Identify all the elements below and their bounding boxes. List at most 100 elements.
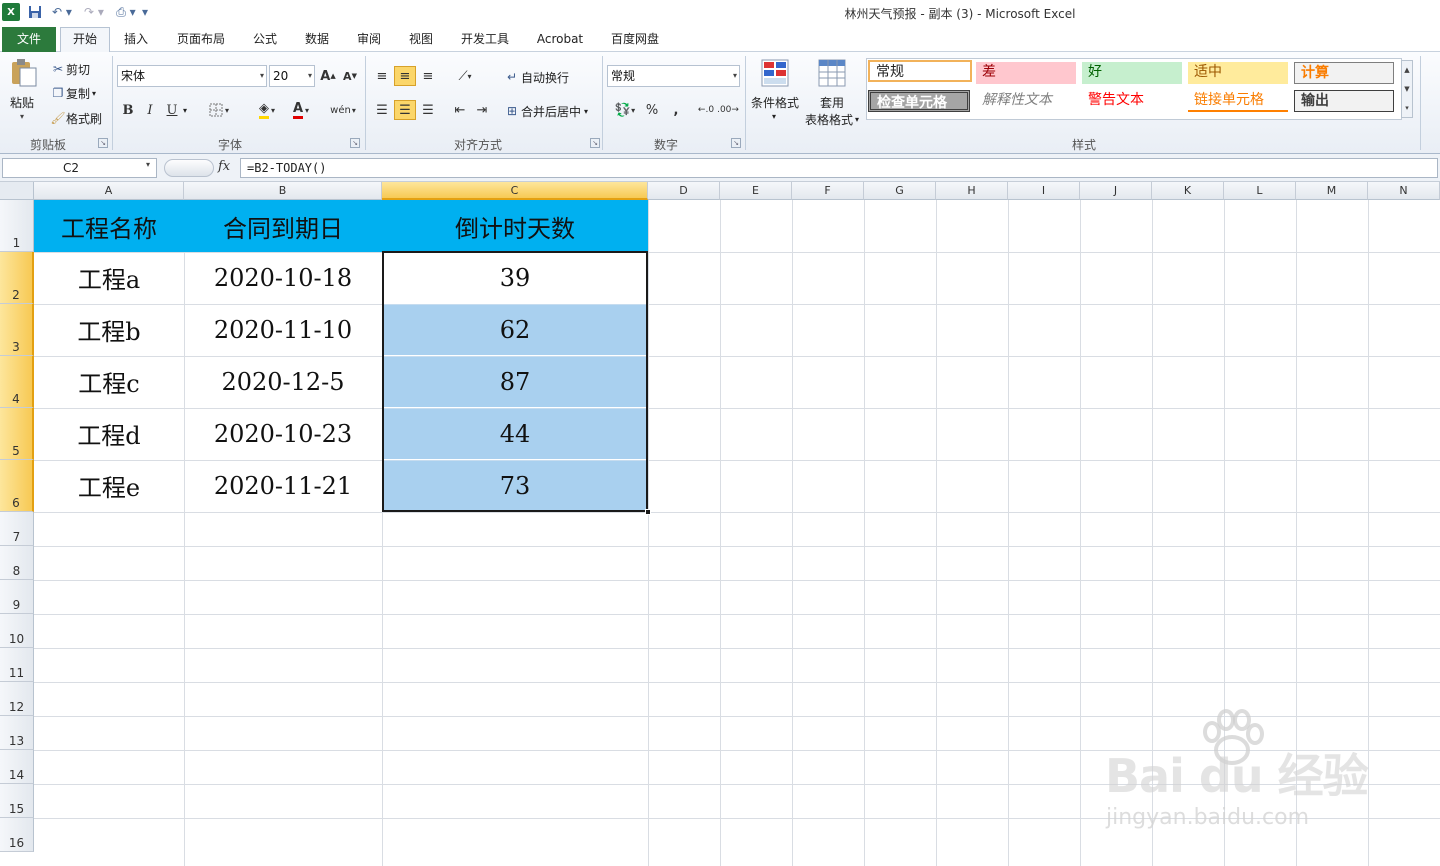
format-painter-button[interactable]: 🖌 格式刷: [50, 109, 102, 127]
borders-icon[interactable]: ▾: [200, 100, 238, 120]
style-normal[interactable]: 常规: [868, 60, 972, 82]
column-header[interactable]: H: [936, 182, 1008, 200]
format-as-table-line2[interactable]: 表格格式 ▾: [805, 111, 859, 128]
formula-input[interactable]: =B2-TODAY(): [240, 158, 1438, 178]
header-cell[interactable]: 合同到期日: [184, 200, 382, 252]
row-header[interactable]: 1: [0, 200, 34, 252]
table-cell[interactable]: 工程e: [34, 460, 184, 511]
grow-font-icon[interactable]: A ▲: [318, 66, 338, 86]
chevron-down-icon[interactable]: ▾: [260, 66, 264, 86]
decrease-decimal-icon[interactable]: .00→: [717, 100, 739, 120]
table-cell[interactable]: 工程a: [34, 252, 184, 303]
row-header[interactable]: 3: [0, 304, 34, 356]
chevron-down-icon[interactable]: ▾: [733, 66, 737, 86]
column-header[interactable]: M: [1296, 182, 1368, 200]
italic-button[interactable]: I: [140, 100, 160, 120]
chevron-down-icon[interactable]: ▾: [584, 107, 588, 116]
align-middle-icon[interactable]: ≡: [394, 66, 416, 86]
column-header[interactable]: G: [864, 182, 936, 200]
paste-button[interactable]: 粘贴: [10, 94, 34, 111]
tab-data[interactable]: 数据: [298, 31, 336, 51]
row-header[interactable]: 13: [0, 716, 34, 750]
wrap-text-button[interactable]: ↵ 自动换行: [503, 67, 569, 87]
insert-function-icon[interactable]: fx: [218, 159, 230, 174]
conditional-format-icon[interactable]: [760, 58, 790, 88]
underline-button[interactable]: U: [162, 100, 182, 120]
fill-color-icon[interactable]: ◈ ▾: [250, 100, 284, 120]
chevron-down-icon[interactable]: ▾: [855, 115, 859, 124]
row-header[interactable]: 2: [0, 252, 34, 304]
table-cell[interactable]: 2020-12-5: [184, 356, 382, 407]
row-header[interactable]: 16: [0, 818, 34, 852]
tab-baidu-netdisk[interactable]: 百度网盘: [604, 31, 666, 51]
tab-developer[interactable]: 开发工具: [454, 31, 516, 51]
paste-dropdown-icon[interactable]: ▾: [20, 112, 24, 121]
tab-acrobat[interactable]: Acrobat: [530, 31, 590, 51]
column-header[interactable]: D: [648, 182, 720, 200]
tab-view[interactable]: 视图: [402, 31, 440, 51]
style-output[interactable]: 输出: [1294, 90, 1394, 112]
style-bad[interactable]: 差: [976, 62, 1076, 84]
column-header[interactable]: J: [1080, 182, 1152, 200]
font-size-combo[interactable]: 20 ▾: [269, 65, 315, 87]
table-cell[interactable]: 工程d: [34, 408, 184, 459]
tab-home[interactable]: 开始: [60, 27, 110, 53]
header-cell[interactable]: 工程名称: [34, 200, 184, 252]
chevron-down-icon[interactable]: ▾: [772, 112, 776, 121]
column-header[interactable]: C: [382, 182, 648, 200]
tab-insert[interactable]: 插入: [118, 31, 154, 51]
row-header[interactable]: 6: [0, 460, 34, 512]
fill-handle[interactable]: [645, 509, 651, 515]
format-as-table-icon[interactable]: [817, 58, 847, 88]
phonetic-icon[interactable]: wén ▾: [326, 100, 360, 120]
cut-button[interactable]: ✂ 剪切: [50, 60, 90, 78]
column-header[interactable]: L: [1224, 182, 1296, 200]
font-launcher-icon[interactable]: ↘: [350, 138, 360, 148]
font-name-combo[interactable]: 宋体 ▾: [117, 65, 267, 87]
style-calculation[interactable]: 计算: [1294, 62, 1394, 84]
currency-icon[interactable]: 💱 ▾: [610, 100, 640, 120]
table-cell[interactable]: 工程b: [34, 304, 184, 355]
column-header[interactable]: K: [1152, 182, 1224, 200]
copy-button[interactable]: ❐ 复制 ▾: [50, 84, 96, 102]
copy-dropdown-icon[interactable]: ▾: [92, 89, 96, 98]
row-header[interactable]: 9: [0, 580, 34, 614]
number-launcher-icon[interactable]: ↘: [731, 138, 741, 148]
table-cell[interactable]: 2020-11-10: [184, 304, 382, 355]
row-header[interactable]: 10: [0, 614, 34, 648]
row-header[interactable]: 11: [0, 648, 34, 682]
align-left-icon[interactable]: ☰: [372, 100, 392, 120]
merge-center-button[interactable]: ⊞ 合并后居中 ▾: [503, 101, 588, 121]
style-neutral[interactable]: 适中: [1188, 62, 1288, 84]
align-right-icon[interactable]: ☰: [418, 100, 438, 120]
table-cell[interactable]: 2020-10-23: [184, 408, 382, 459]
column-header[interactable]: A: [34, 182, 184, 200]
orientation-icon[interactable]: ⟋ ▾: [450, 66, 480, 86]
chevron-down-icon[interactable]: ▾: [146, 160, 150, 169]
style-explanatory[interactable]: 解释性文本: [976, 90, 1076, 112]
conditional-format-button[interactable]: 条件格式: [751, 94, 799, 111]
align-top-icon[interactable]: ≡: [372, 66, 392, 86]
column-header[interactable]: I: [1008, 182, 1080, 200]
style-check-cell[interactable]: 检查单元格: [868, 90, 970, 112]
name-box[interactable]: C2: [2, 158, 157, 178]
alignment-launcher-icon[interactable]: ↘: [590, 138, 600, 148]
table-cell[interactable]: 2020-10-18: [184, 252, 382, 303]
row-header[interactable]: 7: [0, 512, 34, 546]
tab-formulas[interactable]: 公式: [246, 31, 284, 51]
paste-icon[interactable]: [8, 58, 40, 88]
row-header[interactable]: 5: [0, 408, 34, 460]
formula-bar-splitter[interactable]: [164, 159, 214, 177]
shrink-font-icon[interactable]: A ▼: [340, 66, 360, 86]
style-linked-cell[interactable]: 链接单元格: [1188, 90, 1288, 112]
increase-indent-icon[interactable]: ⇥: [472, 100, 492, 120]
font-color-icon[interactable]: A ▾: [284, 100, 318, 120]
row-header[interactable]: 4: [0, 356, 34, 408]
table-cell[interactable]: 工程c: [34, 356, 184, 407]
comma-button[interactable]: ,: [666, 100, 686, 120]
tab-file[interactable]: 文件: [2, 27, 56, 52]
gallery-scroll[interactable]: ▲ ▼ ▾: [1401, 60, 1413, 118]
row-header[interactable]: 8: [0, 546, 34, 580]
number-format-combo[interactable]: 常规 ▾: [607, 65, 740, 87]
row-header[interactable]: 15: [0, 784, 34, 818]
